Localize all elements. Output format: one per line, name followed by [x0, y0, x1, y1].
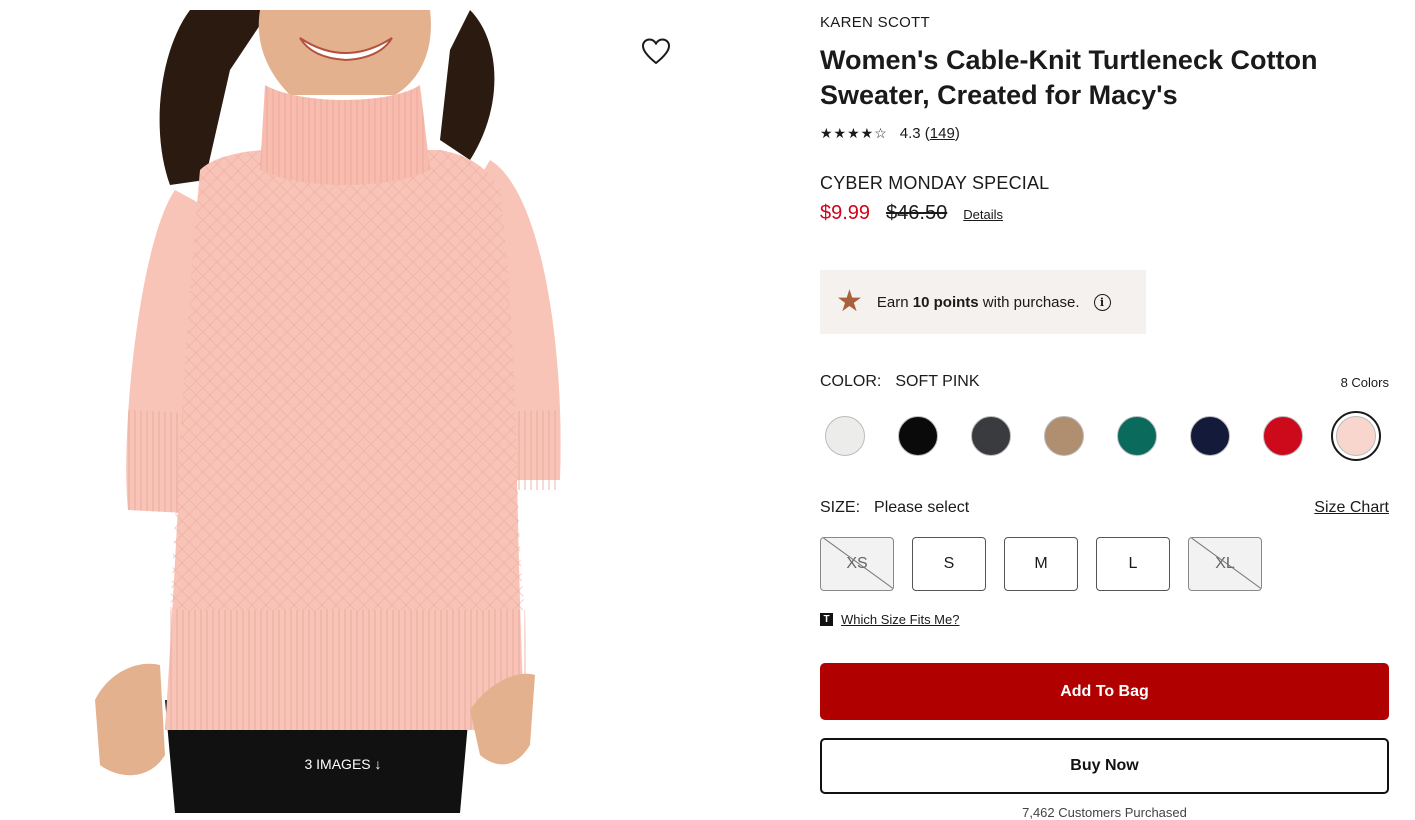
review-count-link[interactable]: 149 [930, 125, 955, 142]
size-option-xs[interactable]: XS [820, 537, 894, 591]
add-to-bag-button[interactable]: Add To Bag [820, 663, 1389, 720]
color-swatch-fill [1263, 416, 1303, 456]
buy-now-button[interactable]: Buy Now [820, 738, 1389, 794]
points-banner: ★ Earn 10 points with purchase. i [820, 270, 1146, 334]
size-label: SIZE: [820, 499, 861, 516]
product-info-panel: KAREN SCOTT Women's Cable-Knit Turtlenec… [820, 0, 1389, 820]
points-suffix: with purchase. [982, 293, 1080, 311]
product-title: Women's Cable-Knit Turtleneck Cotton Swe… [820, 45, 1318, 110]
rating-close-paren: ) [954, 125, 960, 142]
sale-price: $9.99 [820, 202, 871, 224]
original-price: $46.50 [886, 202, 948, 224]
color-swatch-fill [825, 416, 865, 456]
color-swatch-fill [1117, 416, 1157, 456]
star-icon: ★ [836, 285, 863, 318]
size-option-m[interactable]: M [1004, 537, 1078, 591]
color-count: 8 Colors [1340, 375, 1389, 390]
color-swatch-charcoal[interactable] [966, 411, 1016, 461]
color-swatches [820, 411, 1381, 461]
color-swatch-fill [898, 416, 938, 456]
color-label: COLOR: [820, 373, 882, 390]
color-swatch-fill [1190, 416, 1230, 456]
size-chart-link[interactable]: Size Chart [1314, 499, 1389, 517]
fit-finder: T Which Size Fits Me? [820, 612, 959, 627]
product-gallery: 3 IMAGES ↓ [0, 0, 700, 813]
price-row: $9.99 $46.50 Details [820, 202, 1003, 225]
points-text: Earn 10 points with purchase. [877, 294, 1080, 311]
size-option-xl[interactable]: XL [1188, 537, 1262, 591]
color-swatch-soft-pink[interactable] [1331, 411, 1381, 461]
which-size-fits-link[interactable]: Which Size Fits Me? [841, 612, 959, 627]
points-amount: 10 points [912, 293, 979, 311]
selected-size: Please select [874, 499, 970, 516]
rating[interactable]: ★★★★☆ 4.3 (149) [820, 125, 960, 142]
info-icon[interactable]: i [1093, 293, 1111, 311]
color-swatch-fill [1336, 416, 1376, 456]
color-swatch-ivory[interactable] [820, 411, 870, 461]
selected-color: SOFT PINK [895, 373, 980, 390]
color-swatch-navy[interactable] [1185, 411, 1235, 461]
size-options: XS S M L XL [820, 537, 1262, 591]
true-fit-icon: T [820, 613, 833, 626]
color-swatch-black[interactable] [893, 411, 943, 461]
size-row: SIZE: Please select Size Chart [820, 499, 1389, 517]
color-swatch-camel[interactable] [1039, 411, 1089, 461]
promo-label: CYBER MONDAY SPECIAL [820, 173, 1050, 193]
color-swatch-teal[interactable] [1112, 411, 1162, 461]
details-link[interactable]: Details [963, 207, 1003, 222]
color-row: COLOR: SOFT PINK 8 Colors [820, 373, 1389, 391]
color-swatch-fill [1044, 416, 1084, 456]
brand-name[interactable]: KAREN SCOTT [820, 14, 930, 31]
color-swatch-red[interactable] [1258, 411, 1308, 461]
size-option-s[interactable]: S [912, 537, 986, 591]
rating-stars: ★★★★☆ [820, 125, 888, 141]
rating-open-paren: ( [920, 125, 930, 142]
color-swatch-fill [971, 416, 1011, 456]
size-option-l[interactable]: L [1096, 537, 1170, 591]
image-count-label: 3 IMAGES ↓ [304, 756, 382, 772]
rating-value: 4.3 [899, 125, 921, 142]
image-count-button[interactable]: 3 IMAGES ↓ [259, 742, 427, 786]
points-prefix: Earn [876, 293, 909, 311]
heart-icon[interactable] [640, 36, 672, 68]
product-photo[interactable] [0, 10, 690, 813]
